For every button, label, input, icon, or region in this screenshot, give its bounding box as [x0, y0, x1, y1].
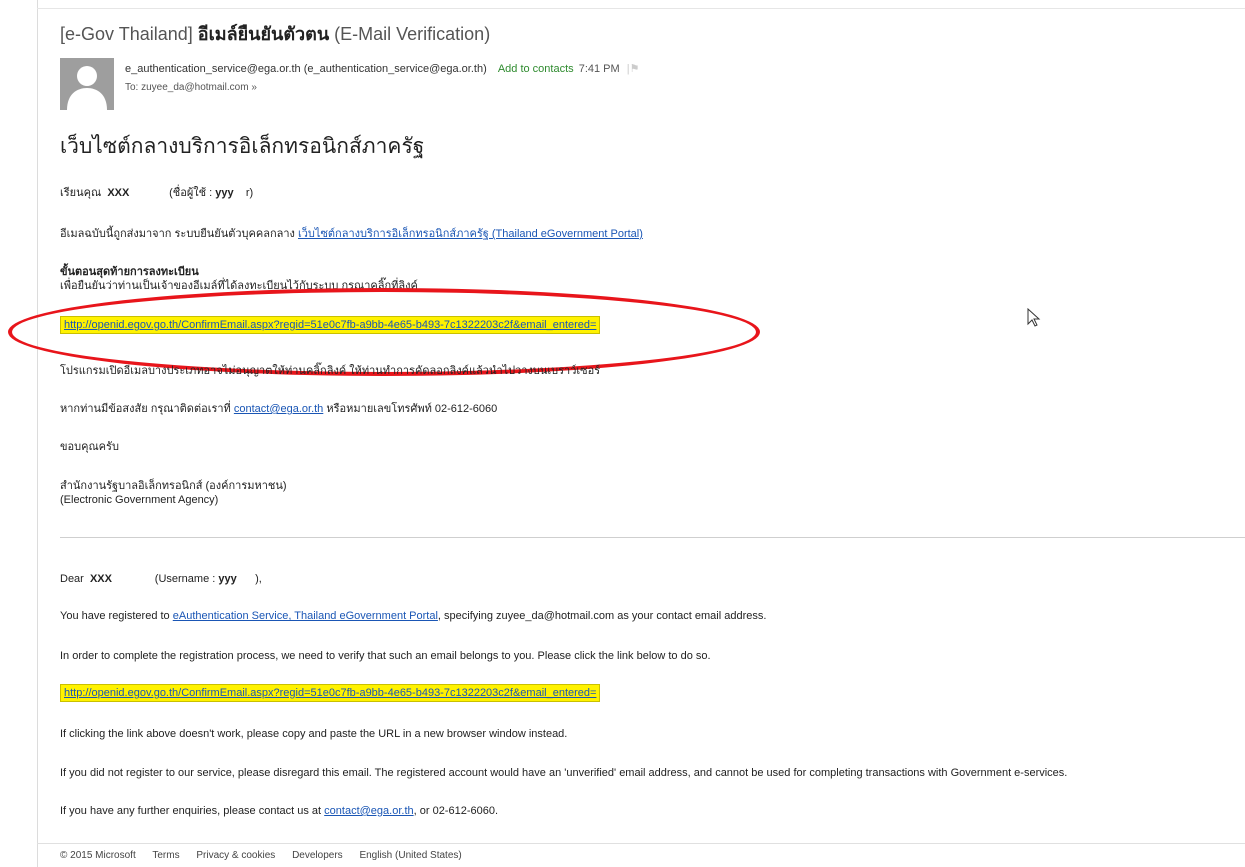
english-username-close: ), — [255, 573, 262, 585]
footer: © 2015 Microsoft Terms Privacy & cookies… — [60, 850, 476, 861]
dear-label: Dear — [60, 573, 84, 585]
username-label: (ชื่อผู้ใช้ : — [169, 187, 213, 199]
frame-left-border — [37, 0, 38, 867]
flag-icon[interactable]: |⚑ — [627, 63, 640, 75]
english-username-value: yyy — [218, 573, 237, 585]
recipient: To: zuyee_da@hotmail.com — [125, 82, 249, 93]
expand-recipients-icon[interactable]: » — [251, 82, 257, 93]
language-link[interactable]: English (United States) — [359, 850, 461, 861]
english-recipient-name: XXX — [89, 573, 112, 585]
mouse-cursor-icon — [1027, 307, 1041, 331]
avatar-person-icon — [67, 66, 107, 110]
disregard-note: If you did not register to our service, … — [60, 767, 1068, 779]
email-subject: [e-Gov Thailand] อีเมล์ยืนยันตัวตน (E-Ma… — [60, 19, 490, 48]
subject-prefix: [e-Gov Thailand] — [60, 24, 193, 44]
recipient-line[interactable]: To: zuyee_da@hotmail.com » — [125, 82, 257, 93]
thanks: ขอบคุณครับ — [60, 441, 119, 453]
contact-prefix: หากท่านมีข้อสงสัย กรุณาติดต่อเราที่ — [60, 403, 231, 415]
thai-contact-email-link[interactable]: contact@ega.or.th — [234, 403, 323, 415]
terms-link[interactable]: Terms — [152, 850, 179, 861]
english-greeting: Dear XXX (Username : yyy ), — [60, 573, 262, 585]
copyright: © 2015 Microsoft — [60, 850, 136, 861]
thai-intro: อีเมลฉบับนี้ถูกส่งมาจาก ระบบยืนยันตัวบุค… — [60, 224, 643, 242]
contact-suffix: หรือหมายเลขโทรศัพท์ 02-612-6060 — [326, 403, 498, 415]
recipient-name: XXX — [107, 187, 130, 199]
enquiry-text: If you have any further enquiries, pleas… — [60, 805, 498, 817]
sender-name[interactable]: e_authentication_service@ega.or.th — [125, 63, 301, 75]
thai-greeting: เรียนคุณ XXX (ชื่อผู้ใช้ : yyy r) — [60, 183, 253, 201]
registered-prefix: You have registered to — [60, 610, 170, 622]
footer-divider — [37, 843, 1245, 844]
privacy-link[interactable]: Privacy & cookies — [196, 850, 275, 861]
sender-line: e_authentication_service@ega.or.th (e_au… — [125, 62, 639, 75]
language-divider — [60, 537, 1245, 538]
email-time: 7:41 PM — [578, 63, 620, 75]
developers-link[interactable]: Developers — [292, 850, 343, 861]
english-verify-link[interactable]: http://openid.egov.go.th/ConfirmEmail.as… — [60, 684, 601, 702]
org-thai: สำนักงานรัฐบาลอิเล็กทรอนิกส์ (องค์การมหา… — [60, 480, 287, 492]
english-contact-email-link[interactable]: contact@ega.or.th — [324, 805, 413, 817]
english-username-label: (Username : — [154, 573, 216, 585]
registered-text: You have registered to eAuthentication S… — [60, 610, 766, 622]
org-english: (Electronic Government Agency) — [60, 494, 219, 506]
portal-link[interactable]: เว็บไซต์กลางบริการอิเล็กทรอนิกส์ภาครัฐ (… — [298, 228, 643, 240]
subject-thai: อีเมล์ยืนยันตัวตน — [197, 24, 330, 44]
copy-note: If clicking the link above doesn't work,… — [60, 728, 568, 740]
sender-avatar[interactable] — [60, 58, 114, 110]
verify-text: In order to complete the registration pr… — [60, 650, 711, 662]
enquiry-suffix: , or 02-612-6060. — [413, 805, 499, 817]
enquiry-prefix: If you have any further enquiries, pleas… — [60, 805, 322, 817]
browser-note: โปรแกรมเปิดอีเมลบางประเภทอาจไม่อนุญาตให้… — [60, 365, 601, 377]
add-to-contacts-link[interactable]: Add to contacts — [498, 63, 574, 75]
thai-contact: หากท่านมีข้อสงสัย กรุณาติดต่อเราที่ cont… — [60, 399, 497, 417]
username-close: r) — [245, 187, 254, 199]
greeting-prefix: เรียนคุณ — [60, 187, 102, 199]
sender-address: (e_authentication_service@ega.or.th) — [303, 63, 487, 75]
username-value: yyy — [215, 187, 234, 199]
eauth-service-link[interactable]: eAuthentication Service, Thailand eGover… — [173, 610, 438, 622]
frame-top-border — [37, 8, 1245, 9]
english-verify-link-row: http://openid.egov.go.th/ConfirmEmail.as… — [60, 684, 601, 702]
site-title: เว็บไซต์กลางบริการอิเล็กทรอนิกส์ภาครัฐ — [60, 135, 425, 158]
intro-text: อีเมลฉบับนี้ถูกส่งมาจาก ระบบยืนยันตัวบุค… — [60, 228, 295, 240]
registered-suffix: , specifying zuyee_da@hotmail.com as you… — [437, 610, 767, 622]
subject-suffix: (E-Mail Verification) — [334, 24, 491, 44]
